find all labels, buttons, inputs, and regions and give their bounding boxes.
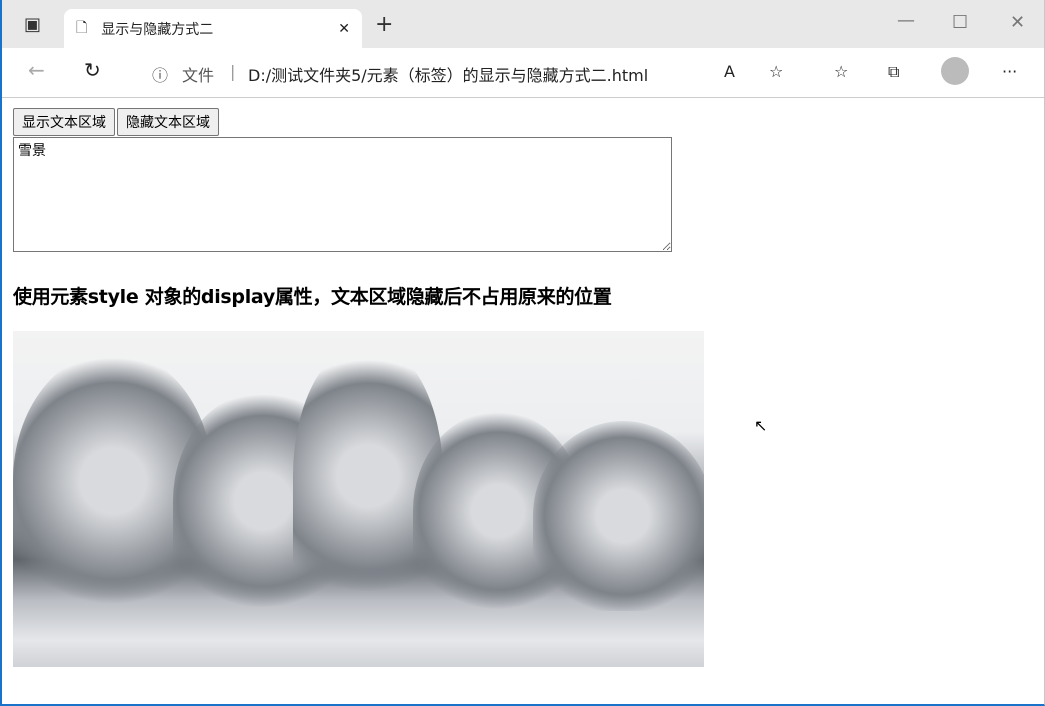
snow-scene-image xyxy=(13,331,704,667)
page-content: 显示文本区域 隐藏文本区域 雪景 使用元素style 对象的display属性，文… xyxy=(2,98,1044,677)
text-area[interactable]: 雪景 xyxy=(13,137,672,252)
maximize-icon[interactable]: ☐ xyxy=(952,12,968,33)
page-heading: 使用元素style 对象的display属性，文本区域隐藏后不占用原来的位置 xyxy=(13,286,612,308)
page-icon: 🗋 xyxy=(76,20,88,36)
tab-title: 显示与隐藏方式二 xyxy=(101,22,214,38)
show-textarea-button[interactable]: 显示文本区域 xyxy=(13,108,115,136)
url-field[interactable]: D:/测试文件夹5/元素（标签）的显示与隐藏方式二.html xyxy=(248,62,648,86)
close-tab-icon[interactable]: ✕ xyxy=(338,21,350,37)
mouse-cursor-icon: ↖ xyxy=(754,416,768,435)
profile-avatar[interactable] xyxy=(941,57,969,85)
read-aloud-icon[interactable]: A xyxy=(724,62,735,81)
collections-icon[interactable]: ⧉ xyxy=(888,62,899,82)
favorites-icon[interactable]: ☆ xyxy=(834,62,848,81)
add-favorite-icon[interactable]: ☆ xyxy=(769,62,783,81)
file-label: 文件 xyxy=(182,66,215,85)
hide-textarea-button[interactable]: 隐藏文本区域 xyxy=(117,108,219,136)
refresh-icon[interactable]: ↻ xyxy=(84,58,101,82)
close-window-icon[interactable]: ✕ xyxy=(1010,12,1025,33)
address-bar: ← ↻ ⓘ 文件 | D:/测试文件夹5/元素（标签）的显示与隐藏方式二.htm… xyxy=(2,48,1044,98)
tab-actions-icon[interactable]: ▣ xyxy=(24,14,41,35)
back-icon[interactable]: ← xyxy=(28,58,45,82)
info-icon[interactable]: ⓘ xyxy=(152,62,168,86)
minimize-icon[interactable]: — xyxy=(897,10,915,31)
separator: | xyxy=(230,62,236,81)
more-icon[interactable]: ··· xyxy=(1002,62,1017,81)
new-tab-icon[interactable]: + xyxy=(375,12,393,37)
browser-tab[interactable]: 🗋 显示与隐藏方式二 ✕ xyxy=(64,9,362,49)
tab-bar: ▣ 🗋 显示与隐藏方式二 ✕ + — ☐ ✕ xyxy=(2,0,1044,49)
